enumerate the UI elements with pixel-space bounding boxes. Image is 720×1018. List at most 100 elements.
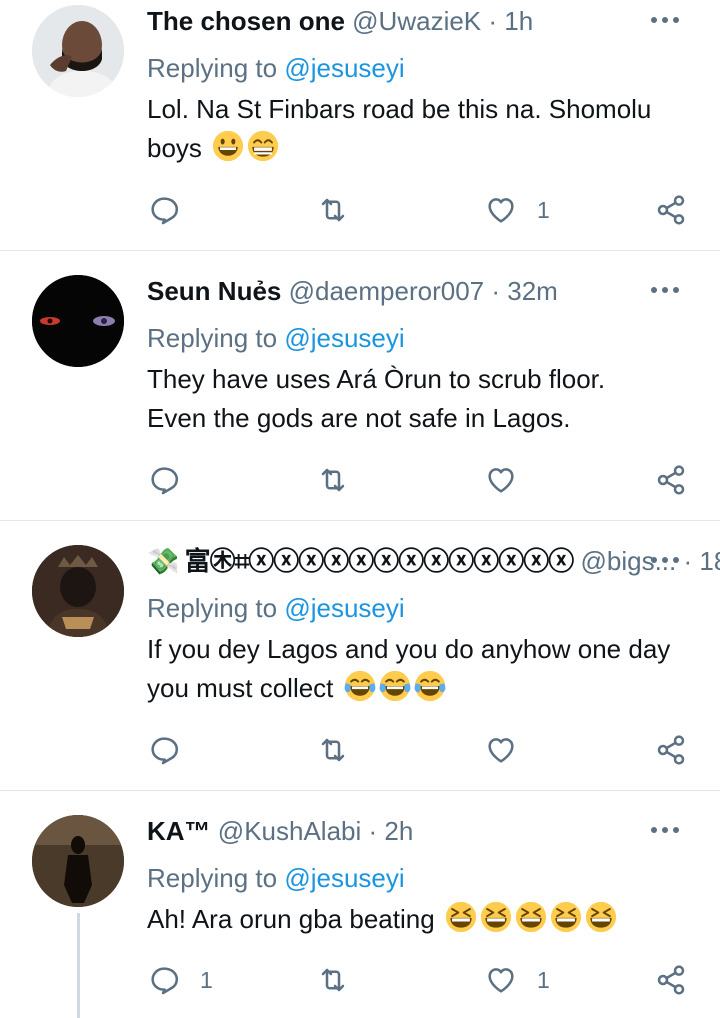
more-options-icon[interactable] bbox=[650, 552, 680, 570]
timestamp[interactable]: 32m bbox=[507, 276, 558, 306]
tweet-header: The chosen one @UwazieK · 1h bbox=[147, 4, 533, 38]
more-options-icon[interactable] bbox=[650, 822, 680, 840]
thread-line bbox=[77, 913, 80, 1018]
username[interactable]: @daemperor007 bbox=[289, 276, 485, 306]
avatar[interactable] bbox=[32, 545, 124, 637]
grinning-face-emoji-icon bbox=[212, 130, 244, 162]
username[interactable]: @KushAlabi bbox=[218, 816, 361, 846]
grinning-squinting-face-emoji-icon bbox=[445, 901, 477, 933]
retweet-button[interactable] bbox=[316, 964, 370, 996]
replying-to-handle[interactable]: @jesuseyi bbox=[284, 863, 404, 893]
like-button[interactable] bbox=[485, 464, 537, 496]
tweet-header: KA™ @KushAlabi · 2h bbox=[147, 814, 413, 848]
share-icon bbox=[655, 194, 687, 226]
retweet-button[interactable] bbox=[316, 194, 370, 226]
share-button[interactable] bbox=[655, 964, 687, 996]
heart-icon bbox=[485, 464, 517, 496]
divider bbox=[0, 790, 720, 791]
like-button[interactable] bbox=[485, 734, 537, 766]
like-button[interactable]: 1 bbox=[485, 194, 550, 226]
timestamp[interactable]: 18m bbox=[699, 546, 720, 576]
retweet-button[interactable] bbox=[316, 734, 370, 766]
face-with-tears-of-joy-emoji-icon bbox=[414, 670, 446, 702]
retweet-icon bbox=[316, 464, 350, 496]
divider bbox=[0, 250, 720, 251]
replying-to-handle[interactable]: @jesuseyi bbox=[284, 323, 404, 353]
share-icon bbox=[655, 734, 687, 766]
avatar-image bbox=[32, 815, 124, 907]
separator: · bbox=[368, 816, 378, 846]
tweet-text-content: Ah! Ara orun gba beating bbox=[147, 904, 435, 934]
share-button[interactable] bbox=[655, 194, 687, 226]
reply-icon bbox=[148, 194, 180, 226]
face-with-tears-of-joy-emoji-icon bbox=[379, 670, 411, 702]
replying-to-label: Replying to bbox=[147, 593, 285, 623]
share-button[interactable] bbox=[655, 464, 687, 496]
tweet[interactable]: KA™ @KushAlabi · 2h Replying to @jesusey… bbox=[0, 810, 720, 1018]
tweet-header: Seun Nuẻs @daemperor007 · 32m bbox=[147, 274, 558, 308]
replying-to-label: Replying to bbox=[147, 323, 285, 353]
avatar[interactable] bbox=[32, 815, 124, 907]
reply-button[interactable]: 1 bbox=[148, 964, 213, 996]
tweet-text: If you dey Lagos and you do anyhow one d… bbox=[147, 630, 692, 708]
grinning-squinting-face-emoji-icon bbox=[585, 901, 617, 933]
retweet-icon bbox=[316, 964, 350, 996]
replying-to-handle[interactable]: @jesuseyi bbox=[284, 53, 404, 83]
heart-icon bbox=[485, 734, 517, 766]
like-button[interactable]: 1 bbox=[485, 964, 550, 996]
reply-button[interactable] bbox=[148, 464, 200, 496]
tweet-header: 💸 富㊍⌗ⓧⓧⓧⓧⓧⓧⓧⓧⓧⓧⓧⓧⓧ @bigs... · 18m bbox=[147, 544, 720, 578]
replying-to-label: Replying to bbox=[147, 53, 285, 83]
separator: · bbox=[683, 546, 693, 576]
replying-to: Replying to @jesuseyi bbox=[147, 50, 405, 86]
separator: · bbox=[488, 6, 498, 36]
timestamp[interactable]: 1h bbox=[504, 6, 533, 36]
tweet[interactable]: 💸 富㊍⌗ⓧⓧⓧⓧⓧⓧⓧⓧⓧⓧⓧⓧⓧ @bigs... · 18m Replyi… bbox=[0, 540, 720, 790]
divider bbox=[0, 520, 720, 521]
avatar-image bbox=[32, 5, 124, 97]
display-name[interactable]: KA™ bbox=[147, 816, 211, 846]
replying-to-label: Replying to bbox=[147, 863, 285, 893]
grinning-face-with-smiling-eyes-emoji-icon bbox=[247, 130, 279, 162]
more-options-icon[interactable] bbox=[650, 12, 680, 30]
replying-to-handle[interactable]: @jesuseyi bbox=[284, 593, 404, 623]
display-name[interactable]: Seun Nuẻs bbox=[147, 276, 281, 306]
avatar-image bbox=[32, 545, 124, 637]
tweet-text-content: They have uses Ará Òrun to scrub floor. … bbox=[147, 364, 606, 433]
avatar[interactable] bbox=[32, 275, 124, 367]
tweet-text: They have uses Ará Òrun to scrub floor. … bbox=[147, 360, 667, 438]
tweet-text: Ah! Ara orun gba beating bbox=[147, 900, 692, 939]
reply-button[interactable] bbox=[148, 194, 200, 226]
tweet[interactable]: Seun Nuẻs @daemperor007 · 32m Replying t… bbox=[0, 270, 720, 520]
retweet-icon bbox=[316, 194, 350, 226]
face-with-tears-of-joy-emoji-icon bbox=[344, 670, 376, 702]
heart-icon bbox=[485, 194, 517, 226]
display-name[interactable]: 💸 富㊍⌗ⓧⓧⓧⓧⓧⓧⓧⓧⓧⓧⓧⓧⓧ bbox=[147, 546, 574, 576]
reply-count: 1 bbox=[200, 966, 213, 993]
grinning-squinting-face-emoji-icon bbox=[515, 901, 547, 933]
username[interactable]: @UwazieK bbox=[352, 6, 481, 36]
display-name[interactable]: The chosen one bbox=[147, 6, 345, 36]
reply-icon bbox=[148, 464, 180, 496]
share-button[interactable] bbox=[655, 734, 687, 766]
heart-icon bbox=[485, 964, 517, 996]
retweet-button[interactable] bbox=[316, 464, 370, 496]
share-icon bbox=[655, 464, 687, 496]
replying-to: Replying to @jesuseyi bbox=[147, 590, 405, 626]
tweet-text: Lol. Na St Finbars road be this na. Shom… bbox=[147, 90, 692, 168]
reply-button[interactable] bbox=[148, 734, 200, 766]
separator: · bbox=[491, 276, 501, 306]
reply-icon bbox=[148, 734, 180, 766]
like-count: 1 bbox=[537, 966, 550, 993]
avatar-image bbox=[32, 275, 124, 367]
replying-to: Replying to @jesuseyi bbox=[147, 860, 405, 896]
tweet[interactable]: The chosen one @UwazieK · 1h Replying to… bbox=[0, 0, 720, 250]
grinning-squinting-face-emoji-icon bbox=[550, 901, 582, 933]
share-icon bbox=[655, 964, 687, 996]
more-options-icon[interactable] bbox=[650, 282, 680, 300]
avatar[interactable] bbox=[32, 5, 124, 97]
timestamp[interactable]: 2h bbox=[384, 816, 413, 846]
replying-to: Replying to @jesuseyi bbox=[147, 320, 405, 356]
grinning-squinting-face-emoji-icon bbox=[480, 901, 512, 933]
retweet-icon bbox=[316, 734, 350, 766]
